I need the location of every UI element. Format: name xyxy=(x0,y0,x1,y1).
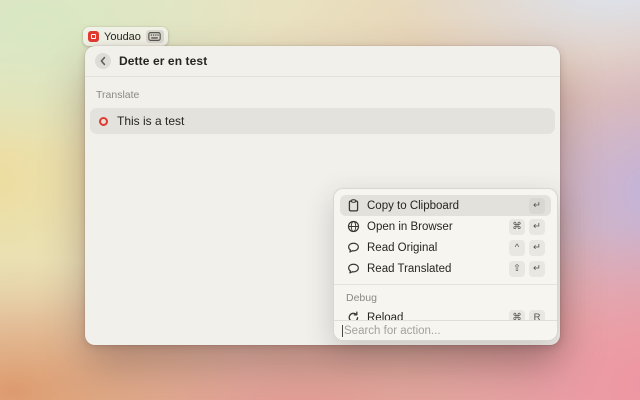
key-badge: ↵ xyxy=(529,198,545,214)
action-label: Copy to Clipboard xyxy=(367,200,522,212)
youdao-logo-icon xyxy=(88,31,99,42)
shortcut-keys: ⌘R xyxy=(509,310,545,321)
page-title: Dette er en test xyxy=(119,54,207,68)
shortcut-keys: ↵ xyxy=(529,198,545,214)
shortcut-keys: ⌘↵ xyxy=(509,219,545,235)
hotkey-pill-label: Youdao xyxy=(104,31,141,43)
action-search-bar xyxy=(334,320,557,340)
speech-bubble-icon xyxy=(346,241,360,255)
action-section-title: Debug xyxy=(340,290,551,307)
key-badge: ^ xyxy=(509,240,525,256)
action-label: Open in Browser xyxy=(367,221,502,233)
globe-icon xyxy=(346,220,360,234)
section-label-translate: Translate xyxy=(90,89,555,101)
list-item-translation[interactable]: This is a test xyxy=(90,108,555,134)
action-row[interactable]: Open in Browser ⌘↵ xyxy=(340,216,551,237)
shortcut-keys: ⇧↵ xyxy=(509,261,545,277)
back-button[interactable] xyxy=(95,53,111,69)
action-label: Read Translated xyxy=(367,263,502,275)
key-badge: ↵ xyxy=(529,261,545,277)
red-ring-icon xyxy=(99,117,108,126)
action-row[interactable]: Copy to Clipboard ↵ xyxy=(340,195,551,216)
text-cursor xyxy=(342,325,343,337)
chevron-left-icon xyxy=(99,56,107,66)
speech-bubble-icon xyxy=(346,262,360,276)
hotkey-pill[interactable]: Youdao xyxy=(83,27,168,46)
key-badge: ↵ xyxy=(529,240,545,256)
panel-divider xyxy=(334,284,557,285)
desktop-background: Youdao Dette er en test Translate xyxy=(0,0,640,400)
action-row[interactable]: Reload⌘R xyxy=(340,307,551,320)
action-panel: Copy to Clipboard↵Open in Browser⌘↵Read … xyxy=(333,188,558,341)
list-item-label: This is a test xyxy=(117,114,184,128)
action-search-input[interactable] xyxy=(344,325,549,337)
action-row[interactable]: Read Translated ⇧↵ xyxy=(340,258,551,279)
key-badge: ⌘ xyxy=(509,219,525,235)
key-badge: R xyxy=(529,310,545,321)
action-label: Read Original xyxy=(367,242,502,254)
key-badge: ⇧ xyxy=(509,261,525,277)
action-row[interactable]: Read Original ^↵ xyxy=(340,237,551,258)
action-list: Copy to Clipboard↵Open in Browser⌘↵Read … xyxy=(334,189,557,320)
key-badge: ↵ xyxy=(529,219,545,235)
window-body: Translate This is a test xyxy=(85,77,560,134)
clipboard-icon xyxy=(346,199,360,213)
action-label: Reload xyxy=(367,312,502,321)
key-badge: ⌘ xyxy=(509,310,525,321)
reload-icon xyxy=(346,311,360,321)
shortcut-keys: ^↵ xyxy=(509,240,545,256)
keyboard-icon xyxy=(146,30,164,43)
window-header: Dette er en test xyxy=(85,46,560,77)
